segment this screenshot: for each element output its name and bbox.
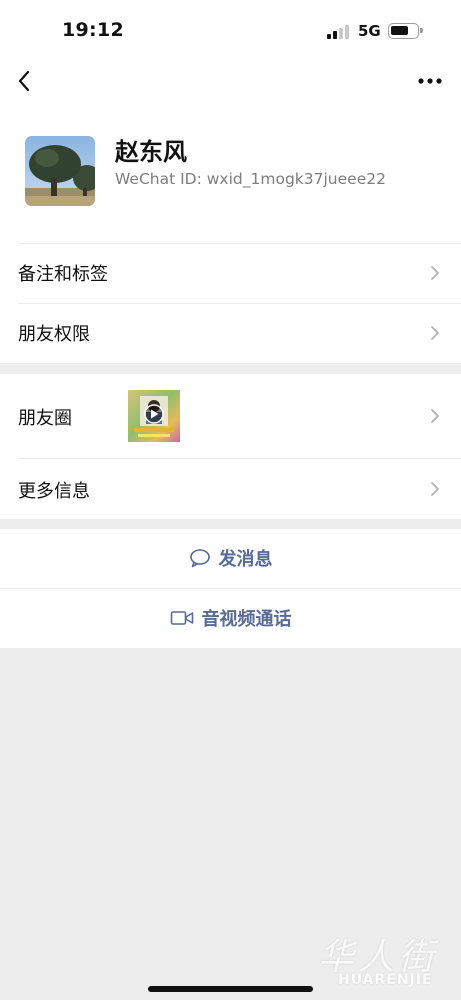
watermark-latin: HUARENJIE: [338, 972, 433, 988]
chevron-right-icon: [431, 482, 439, 496]
friend-permissions-row[interactable]: 朋友权限: [0, 303, 461, 363]
remarks-tags-label: 备注和标签: [18, 264, 108, 285]
battery-icon: [388, 23, 423, 39]
more-info-row[interactable]: 更多信息: [0, 459, 461, 519]
chevron-right-icon: [431, 326, 439, 340]
status-time: 19:12: [62, 19, 124, 41]
video-call-label: 音视频通话: [201, 609, 292, 630]
message-bubble-icon: [189, 549, 210, 568]
more-info-label: 更多信息: [18, 481, 90, 502]
send-message-button[interactable]: 发消息: [0, 529, 461, 587]
chevron-right-icon: [431, 266, 439, 280]
watermark-logo: 华人街 HUARENJIE: [318, 928, 458, 998]
chevron-right-icon: [431, 409, 439, 423]
avatar[interactable]: [25, 136, 95, 206]
moments-label: 朋友圈: [18, 408, 72, 429]
info-group: 朋友圈 更多信息: [0, 374, 461, 519]
remarks-tags-row[interactable]: 备注和标签: [0, 243, 461, 303]
moments-row[interactable]: 朋友圈: [0, 374, 461, 458]
status-bar: 19:12 5G: [0, 0, 461, 60]
friend-permissions-label: 朋友权限: [18, 324, 90, 345]
home-indicator[interactable]: [148, 986, 313, 992]
wechat-id: WeChat ID: wxid_1mogk37jueee22: [115, 170, 386, 188]
more-options-icon[interactable]: [414, 70, 446, 92]
moments-video-thumbnail[interactable]: [128, 390, 180, 442]
video-camera-icon: [170, 611, 193, 625]
signal-icon: [327, 25, 351, 39]
network-type: 5G: [358, 22, 381, 40]
contact-name: 赵东风: [115, 138, 187, 166]
back-icon[interactable]: [12, 66, 40, 96]
actions-group: 发消息 音视频通话: [0, 529, 461, 648]
video-call-button[interactable]: 音视频通话: [0, 589, 461, 647]
settings-group: 备注和标签 朋友权限: [0, 243, 461, 363]
send-message-label: 发消息: [218, 549, 273, 570]
